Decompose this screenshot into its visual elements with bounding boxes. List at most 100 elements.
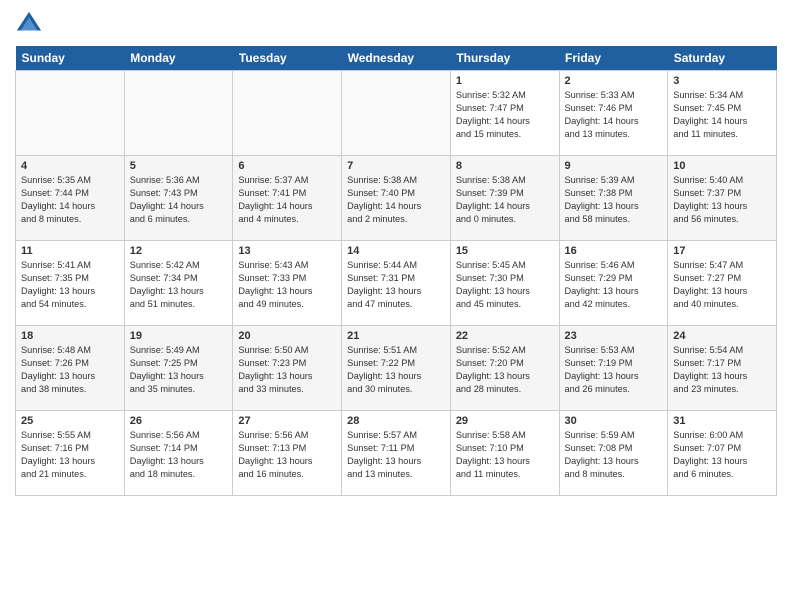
day-info: Sunrise: 5:52 AM Sunset: 7:20 PM Dayligh… xyxy=(456,344,554,396)
day-number: 16 xyxy=(565,245,663,257)
header-day-monday: Monday xyxy=(124,46,233,71)
calendar-cell xyxy=(124,71,233,156)
day-number: 4 xyxy=(21,160,119,172)
day-info: Sunrise: 5:56 AM Sunset: 7:13 PM Dayligh… xyxy=(238,429,336,481)
calendar-cell: 27 Sunrise: 5:56 AM Sunset: 7:13 PM Dayli… xyxy=(233,411,342,496)
day-number: 31 xyxy=(673,415,771,427)
calendar-body: 1 Sunrise: 5:32 AM Sunset: 7:47 PM Daylig… xyxy=(16,71,777,496)
day-info: Sunrise: 5:48 AM Sunset: 7:26 PM Dayligh… xyxy=(21,344,119,396)
calendar-cell: 7 Sunrise: 5:38 AM Sunset: 7:40 PM Daylig… xyxy=(342,156,451,241)
day-number: 8 xyxy=(456,160,554,172)
calendar-cell: 10Sunrise: 5:40 AM Sunset: 7:37 PM Dayli… xyxy=(668,156,777,241)
calendar-table: SundayMondayTuesdayWednesdayThursdayFrid… xyxy=(15,46,777,496)
calendar-cell: 2Sunrise: 5:33 AM Sunset: 7:46 PM Daylig… xyxy=(559,71,668,156)
calendar-week-4: 18 Sunrise: 5:48 AM Sunset: 7:26 PM Dayli… xyxy=(16,326,777,411)
day-info: Sunrise: 5:57 AM Sunset: 7:11 PM Dayligh… xyxy=(347,429,445,481)
day-info: Sunrise: 5:54 AM Sunset: 7:17 PM Dayligh… xyxy=(673,344,771,396)
calendar-cell: 4Sunrise: 5:35 AM Sunset: 7:44 PM Daylig… xyxy=(16,156,125,241)
day-info: Sunrise: 5:50 AM Sunset: 7:23 PM Dayligh… xyxy=(238,344,336,396)
day-number: 9 xyxy=(565,160,663,172)
calendar-week-5: 25 Sunrise: 5:55 AM Sunset: 7:16 PM Dayli… xyxy=(16,411,777,496)
day-info: Sunrise: 5:43 AM Sunset: 7:33 PM Dayligh… xyxy=(238,259,336,311)
day-number: 28 xyxy=(347,415,445,427)
calendar-cell: 19Sunrise: 5:49 AM Sunset: 7:25 PM Dayli… xyxy=(124,326,233,411)
day-info: Sunrise: 5:49 AM Sunset: 7:25 PM Dayligh… xyxy=(130,344,228,396)
calendar-cell: 24 Sunrise: 5:54 AM Sunset: 7:17 PM Dayli… xyxy=(668,326,777,411)
calendar-cell: 21Sunrise: 5:51 AM Sunset: 7:22 PM Dayli… xyxy=(342,326,451,411)
day-number: 24 xyxy=(673,330,771,342)
calendar-cell: 22 Sunrise: 5:52 AM Sunset: 7:20 PM Dayli… xyxy=(450,326,559,411)
header-day-thursday: Thursday xyxy=(450,46,559,71)
day-info: Sunrise: 5:34 AM Sunset: 7:45 PM Dayligh… xyxy=(673,89,771,141)
calendar-cell: 20 Sunrise: 5:50 AM Sunset: 7:23 PM Dayli… xyxy=(233,326,342,411)
day-info: Sunrise: 5:59 AM Sunset: 7:08 PM Dayligh… xyxy=(565,429,663,481)
day-number: 3 xyxy=(673,75,771,87)
calendar-cell xyxy=(16,71,125,156)
calendar-cell: 30Sunrise: 5:59 AM Sunset: 7:08 PM Dayli… xyxy=(559,411,668,496)
calendar-cell: 16 Sunrise: 5:46 AM Sunset: 7:29 PM Dayli… xyxy=(559,241,668,326)
header-day-friday: Friday xyxy=(559,46,668,71)
day-number: 13 xyxy=(238,245,336,257)
day-number: 25 xyxy=(21,415,119,427)
header-day-wednesday: Wednesday xyxy=(342,46,451,71)
day-info: Sunrise: 5:44 AM Sunset: 7:31 PM Dayligh… xyxy=(347,259,445,311)
calendar-cell: 18 Sunrise: 5:48 AM Sunset: 7:26 PM Dayli… xyxy=(16,326,125,411)
day-number: 23 xyxy=(565,330,663,342)
day-number: 11 xyxy=(21,245,119,257)
calendar-cell: 3 Sunrise: 5:34 AM Sunset: 7:45 PM Daylig… xyxy=(668,71,777,156)
calendar-week-1: 1 Sunrise: 5:32 AM Sunset: 7:47 PM Daylig… xyxy=(16,71,777,156)
calendar-cell: 23 Sunrise: 5:53 AM Sunset: 7:19 PM Dayli… xyxy=(559,326,668,411)
day-number: 7 xyxy=(347,160,445,172)
day-number: 6 xyxy=(238,160,336,172)
calendar-week-2: 4Sunrise: 5:35 AM Sunset: 7:44 PM Daylig… xyxy=(16,156,777,241)
header-day-tuesday: Tuesday xyxy=(233,46,342,71)
calendar-cell xyxy=(342,71,451,156)
day-info: Sunrise: 5:56 AM Sunset: 7:14 PM Dayligh… xyxy=(130,429,228,481)
day-info: Sunrise: 5:51 AM Sunset: 7:22 PM Dayligh… xyxy=(347,344,445,396)
calendar-cell: 28 Sunrise: 5:57 AM Sunset: 7:11 PM Dayli… xyxy=(342,411,451,496)
day-info: Sunrise: 5:41 AM Sunset: 7:35 PM Dayligh… xyxy=(21,259,119,311)
day-number: 12 xyxy=(130,245,228,257)
day-number: 18 xyxy=(21,330,119,342)
header-day-sunday: Sunday xyxy=(16,46,125,71)
day-info: Sunrise: 5:42 AM Sunset: 7:34 PM Dayligh… xyxy=(130,259,228,311)
day-number: 27 xyxy=(238,415,336,427)
day-number: 1 xyxy=(456,75,554,87)
day-info: Sunrise: 5:38 AM Sunset: 7:40 PM Dayligh… xyxy=(347,174,445,226)
day-number: 26 xyxy=(130,415,228,427)
logo xyxy=(15,10,47,38)
day-info: Sunrise: 5:47 AM Sunset: 7:27 PM Dayligh… xyxy=(673,259,771,311)
day-number: 14 xyxy=(347,245,445,257)
calendar-cell: 9 Sunrise: 5:39 AM Sunset: 7:38 PM Daylig… xyxy=(559,156,668,241)
calendar-cell: 25 Sunrise: 5:55 AM Sunset: 7:16 PM Dayli… xyxy=(16,411,125,496)
calendar-cell: 17 Sunrise: 5:47 AM Sunset: 7:27 PM Dayli… xyxy=(668,241,777,326)
day-number: 20 xyxy=(238,330,336,342)
calendar-cell: 1 Sunrise: 5:32 AM Sunset: 7:47 PM Daylig… xyxy=(450,71,559,156)
calendar-week-3: 11 Sunrise: 5:41 AM Sunset: 7:35 PM Dayli… xyxy=(16,241,777,326)
day-number: 15 xyxy=(456,245,554,257)
day-info: Sunrise: 6:00 AM Sunset: 7:07 PM Dayligh… xyxy=(673,429,771,481)
calendar-cell: 5Sunrise: 5:36 AM Sunset: 7:43 PM Daylig… xyxy=(124,156,233,241)
day-info: Sunrise: 5:58 AM Sunset: 7:10 PM Dayligh… xyxy=(456,429,554,481)
header-row: SundayMondayTuesdayWednesdayThursdayFrid… xyxy=(16,46,777,71)
day-number: 22 xyxy=(456,330,554,342)
day-number: 29 xyxy=(456,415,554,427)
calendar-cell: 14 Sunrise: 5:44 AM Sunset: 7:31 PM Dayli… xyxy=(342,241,451,326)
page-header xyxy=(15,10,777,38)
day-info: Sunrise: 5:53 AM Sunset: 7:19 PM Dayligh… xyxy=(565,344,663,396)
day-info: Sunrise: 5:45 AM Sunset: 7:30 PM Dayligh… xyxy=(456,259,554,311)
calendar-header: SundayMondayTuesdayWednesdayThursdayFrid… xyxy=(16,46,777,71)
calendar-cell: 31 Sunrise: 6:00 AM Sunset: 7:07 PM Dayli… xyxy=(668,411,777,496)
calendar-cell: 15 Sunrise: 5:45 AM Sunset: 7:30 PM Dayli… xyxy=(450,241,559,326)
day-info: Sunrise: 5:55 AM Sunset: 7:16 PM Dayligh… xyxy=(21,429,119,481)
calendar-cell: 29 Sunrise: 5:58 AM Sunset: 7:10 PM Dayli… xyxy=(450,411,559,496)
day-number: 17 xyxy=(673,245,771,257)
day-info: Sunrise: 5:32 AM Sunset: 7:47 PM Dayligh… xyxy=(456,89,554,141)
calendar-cell: 13 Sunrise: 5:43 AM Sunset: 7:33 PM Dayli… xyxy=(233,241,342,326)
day-info: Sunrise: 5:33 AM Sunset: 7:46 PM Dayligh… xyxy=(565,89,663,141)
day-info: Sunrise: 5:39 AM Sunset: 7:38 PM Dayligh… xyxy=(565,174,663,226)
day-info: Sunrise: 5:38 AM Sunset: 7:39 PM Dayligh… xyxy=(456,174,554,226)
calendar-cell: 8 Sunrise: 5:38 AM Sunset: 7:39 PM Daylig… xyxy=(450,156,559,241)
day-info: Sunrise: 5:46 AM Sunset: 7:29 PM Dayligh… xyxy=(565,259,663,311)
header-day-saturday: Saturday xyxy=(668,46,777,71)
